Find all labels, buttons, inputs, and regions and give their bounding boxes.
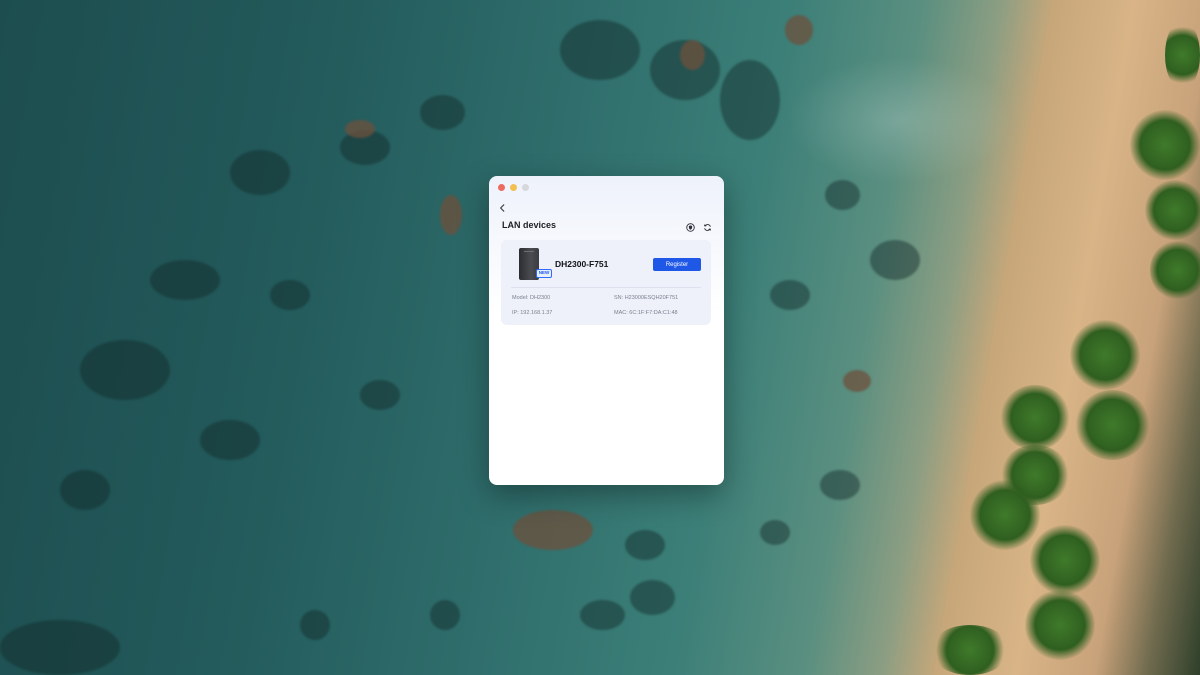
wallpaper-rock bbox=[870, 240, 920, 280]
page-title: LAN devices bbox=[502, 220, 557, 230]
wallpaper-rock bbox=[150, 260, 220, 300]
wallpaper-rock bbox=[60, 470, 110, 510]
wallpaper-rock bbox=[345, 120, 375, 138]
device-mac: MAC: 6C:1F:F7:DA:C1:48 bbox=[614, 310, 678, 316]
nas-stripe bbox=[524, 251, 534, 252]
wallpaper-rock bbox=[300, 610, 330, 640]
wallpaper-rock bbox=[430, 600, 460, 630]
nas-device-image: NEW bbox=[519, 248, 552, 280]
wallpaper-rock bbox=[820, 470, 860, 500]
wallpaper-rock bbox=[843, 370, 871, 392]
window-controls bbox=[498, 184, 529, 191]
wallpaper-palm bbox=[1130, 110, 1200, 180]
wallpaper-palm bbox=[1165, 20, 1200, 90]
zoom-window-button[interactable] bbox=[522, 184, 529, 191]
wallpaper-rock bbox=[200, 420, 260, 460]
wallpaper-rock bbox=[680, 40, 705, 70]
refresh-icon bbox=[703, 223, 711, 231]
wallpaper-rock bbox=[630, 580, 675, 615]
wallpaper-rock bbox=[825, 180, 860, 210]
info-shield-icon bbox=[685, 222, 695, 232]
wallpaper-rock bbox=[0, 620, 120, 675]
wallpaper-rock bbox=[580, 600, 625, 630]
desktop-wallpaper: LAN devices NEW DH2300-F751 Register Mod… bbox=[0, 0, 1200, 675]
device-ip: IP: 192.168.1.37 bbox=[512, 310, 553, 316]
wallpaper-rock bbox=[770, 280, 810, 310]
wallpaper-palm bbox=[1000, 385, 1070, 450]
wallpaper-rock bbox=[360, 380, 400, 410]
wallpaper-palm bbox=[1025, 590, 1095, 660]
device-card[interactable]: NEW DH2300-F751 Register Model: DH2300 S… bbox=[501, 240, 711, 325]
help-button[interactable] bbox=[685, 222, 695, 232]
wallpaper-palm bbox=[930, 625, 1010, 675]
new-badge: NEW bbox=[536, 269, 552, 278]
wallpaper-rock bbox=[560, 20, 640, 80]
wallpaper-palm bbox=[1150, 240, 1200, 300]
register-button[interactable]: Register bbox=[653, 258, 701, 271]
wallpaper-rock bbox=[513, 510, 593, 550]
wallpaper-palm bbox=[1030, 525, 1100, 595]
chevron-left-icon bbox=[500, 204, 505, 212]
wallpaper-rock bbox=[270, 280, 310, 310]
minimize-window-button[interactable] bbox=[510, 184, 517, 191]
wallpaper-palm bbox=[1070, 320, 1140, 390]
wallpaper-palm bbox=[1145, 180, 1200, 240]
card-divider bbox=[511, 287, 701, 288]
wallpaper-rock bbox=[760, 520, 790, 545]
wallpaper-palm bbox=[1075, 390, 1150, 460]
back-button[interactable] bbox=[497, 202, 507, 214]
wallpaper-rock bbox=[625, 530, 665, 560]
close-window-button[interactable] bbox=[498, 184, 505, 191]
device-serial: SN: H23000ESQH20F751 bbox=[614, 295, 679, 301]
refresh-button[interactable] bbox=[702, 222, 712, 232]
wallpaper-rock bbox=[785, 15, 813, 45]
wallpaper-rock bbox=[230, 150, 290, 195]
device-name: DH2300-F751 bbox=[555, 259, 609, 269]
lan-devices-window: LAN devices NEW DH2300-F751 Register Mod… bbox=[489, 176, 724, 485]
wallpaper-palm bbox=[970, 480, 1040, 550]
wallpaper-rock bbox=[80, 340, 170, 400]
wallpaper-rock bbox=[420, 95, 465, 130]
device-model: Model: DH2300 bbox=[512, 295, 551, 301]
wallpaper-rock bbox=[440, 195, 462, 235]
wallpaper-rock bbox=[720, 60, 780, 140]
